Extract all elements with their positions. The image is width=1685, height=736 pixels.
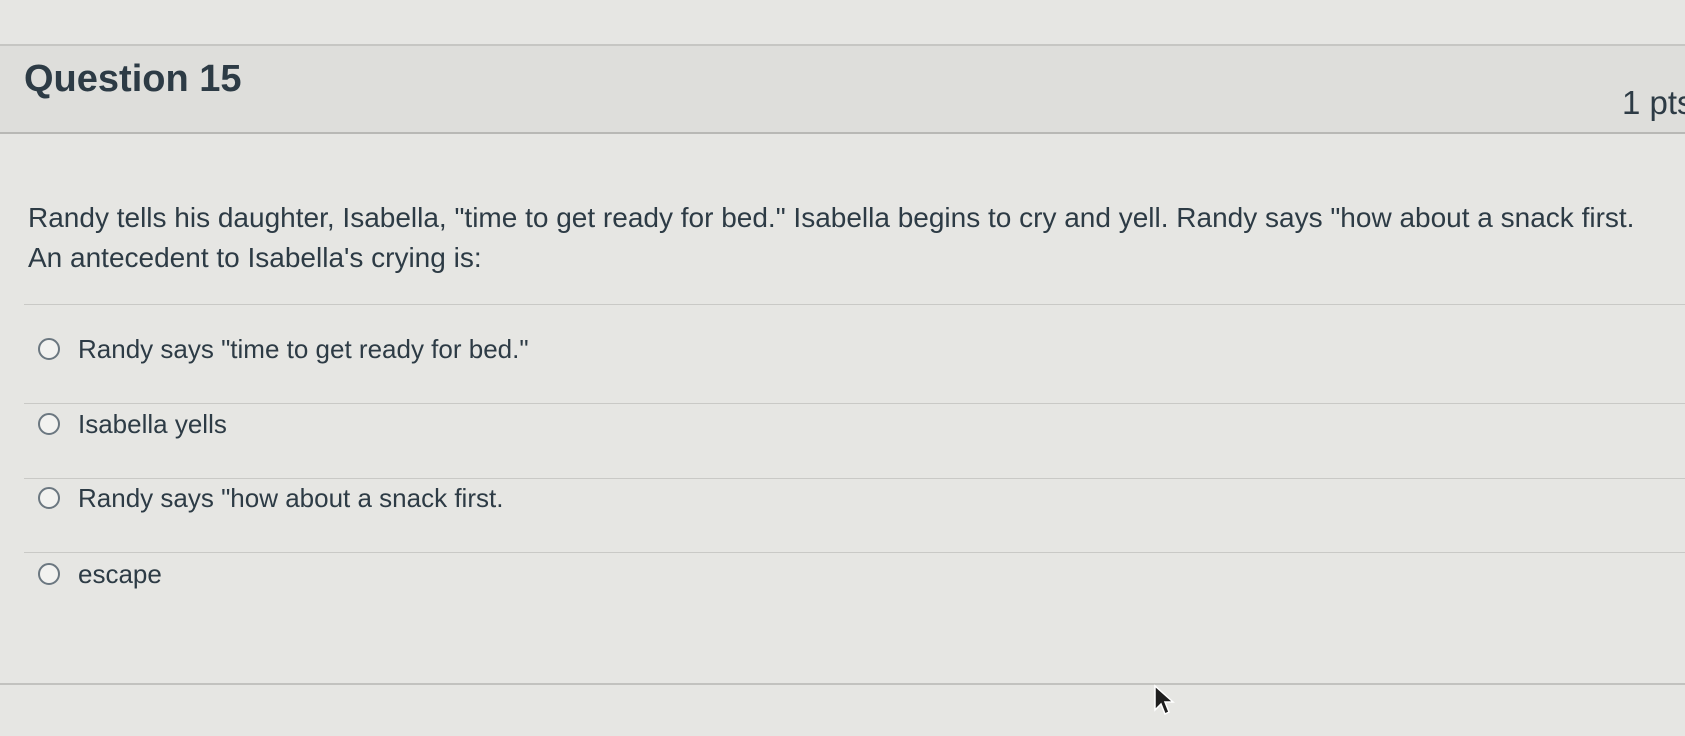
radio-button-icon[interactable] <box>38 413 60 435</box>
answer-label: escape <box>78 558 162 589</box>
answer-label: Isabella yells <box>78 408 227 439</box>
question-title: Question 15 <box>24 58 242 100</box>
question-bottom-rule <box>0 683 1685 685</box>
answer-option-1[interactable]: Randy says "time to get ready for bed." <box>38 329 938 369</box>
answer-option-3[interactable]: Randy says "how about a snack first. <box>38 478 938 518</box>
question-points: 1 pts <box>1622 84 1685 121</box>
answer-option-4[interactable]: escape <box>38 554 938 594</box>
answer-option-2[interactable]: Isabella yells <box>38 404 938 444</box>
quiz-question: Question 15 1 pts Randy tells his daught… <box>0 0 1685 736</box>
answer-label: Randy says "time to get ready for bed." <box>78 333 529 364</box>
answer-label: Randy says "how about a snack first. <box>78 482 504 513</box>
radio-button-icon[interactable] <box>38 563 60 585</box>
question-header: Question 15 1 pts <box>0 44 1685 134</box>
mouse-pointer-icon <box>1154 684 1175 716</box>
answer-divider <box>24 304 1685 305</box>
radio-button-icon[interactable] <box>38 487 60 509</box>
question-text: Randy tells his daughter, Isabella, "tim… <box>28 202 1635 273</box>
answer-divider <box>24 552 1685 553</box>
radio-button-icon[interactable] <box>38 338 60 360</box>
